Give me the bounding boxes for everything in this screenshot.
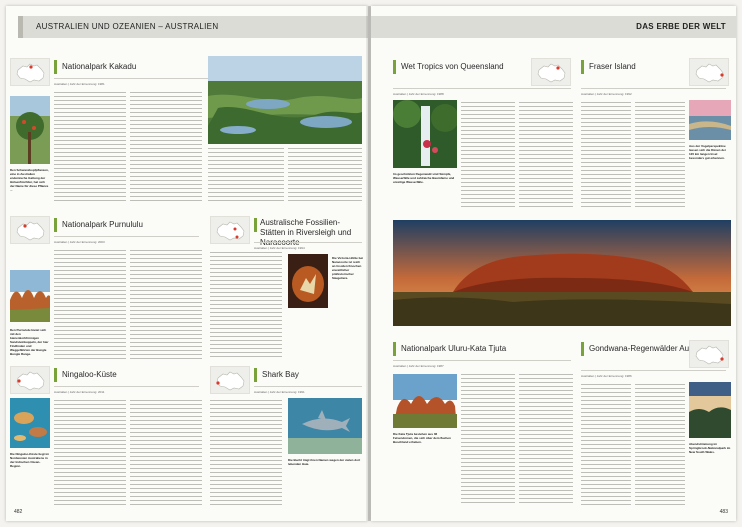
- section-accent: [393, 60, 396, 74]
- section-title-fossil-sites: Australische Fossilien-Stätten in Rivers…: [260, 218, 352, 247]
- body-text-kakadu-4: [288, 148, 362, 204]
- section-meta-ningaloo: Australien | Jahr der Ernennung: 2011: [54, 390, 105, 394]
- body-text-uluru-2: [519, 374, 573, 506]
- caption-gondwana: Abendstimmung im Springbrook-Nationalpar…: [689, 442, 731, 454]
- caption-kakadu: Den Schwanzkopfpflanzen, eine in Austral…: [10, 168, 49, 192]
- section-title-shark-bay: Shark Bay: [262, 370, 299, 379]
- body-text-ningaloo-2: [130, 400, 202, 506]
- section-rule: [393, 360, 571, 361]
- body-text-fraser-2: [635, 102, 685, 210]
- australia-map-icon: [10, 58, 50, 86]
- caption-uluru: Die Kata Tjuta bestehen aus 36 Felsendom…: [393, 432, 451, 444]
- book-spread: AUSTRALIEN UND OZEANIEN – AUSTRALIEN Nat…: [0, 0, 742, 527]
- section-accent: [581, 342, 584, 356]
- section-meta-shark-bay: Australien | Jahr der Ernennung: 1991: [254, 390, 305, 394]
- section-rule: [54, 236, 199, 237]
- section-title-kakadu: Nationalpark Kakadu: [62, 62, 137, 71]
- left-page: AUSTRALIEN UND OZEANIEN – AUSTRALIEN Nat…: [6, 6, 368, 521]
- australia-map-icon: [531, 58, 571, 86]
- body-text-fraser: [581, 102, 631, 210]
- body-text-fossil: [210, 252, 282, 360]
- section-meta-fraser-island: Australien | Jahr der Ernennung: 1992: [581, 92, 632, 96]
- section-accent: [54, 60, 57, 74]
- section-title-ningaloo: Ningaloo-Küste: [62, 370, 117, 379]
- section-accent: [54, 218, 57, 232]
- springbrook-forest-photo: [689, 382, 731, 438]
- kakadu-plant-photo: [10, 96, 50, 164]
- body-text-purnululu-2: [130, 250, 202, 360]
- section-rule: [254, 386, 362, 387]
- body-text-shark-bay: [210, 400, 282, 506]
- caption-shark-bay: Die Bucht trägt ihren Namen wegen der vi…: [288, 458, 361, 466]
- left-page-header: AUSTRALIEN UND OZEANIEN – AUSTRALIEN: [18, 16, 368, 38]
- caption-purnululu: Den Purnululu bietet sich mit den bienen…: [10, 328, 49, 356]
- uluru-panorama-photo: [393, 220, 731, 326]
- page-number-right: 483: [719, 509, 728, 515]
- body-text-kakadu: [54, 92, 126, 204]
- kata-tjuta-photo: [393, 374, 457, 428]
- section-rule: [581, 88, 726, 89]
- section-meta-gondwana: Australien | Jahr der Ernennung: 1986: [581, 374, 632, 378]
- australia-map-icon: [210, 216, 250, 244]
- section-title-uluru: Nationalpark Uluru-Kata Tjuta: [401, 344, 507, 353]
- section-meta-fossil-sites: Australien | Jahr der Ernennung: 1994: [254, 246, 305, 250]
- header-bar: [18, 16, 23, 38]
- section-meta-purnululu: Australien | Jahr der Ernennung: 2003: [54, 240, 105, 244]
- purnululu-rocks-photo: [10, 270, 50, 322]
- body-text-ningaloo: [54, 400, 126, 506]
- section-accent: [581, 60, 584, 74]
- section-meta-kakadu: Australien | Jahr der Ernennung: 1981: [54, 82, 105, 86]
- section-title-fraser-island: Fraser Island: [589, 62, 636, 71]
- shark-bay-underwater-photo: [288, 398, 362, 454]
- right-page-header: DAS ERBE DER WELT: [371, 16, 736, 38]
- body-text-wet-tropics: [461, 102, 515, 210]
- wet-tropics-waterfall-photo: [393, 100, 457, 168]
- caption-fossil-sites: Die Victoria-Höhle bei Naracoorte ist re…: [332, 256, 363, 280]
- body-text-gondwana: [581, 384, 631, 506]
- fossil-cave-photo: [288, 254, 328, 308]
- section-rule: [54, 386, 199, 387]
- body-text-purnululu: [54, 250, 126, 360]
- right-header-text: DAS ERBE DER WELT: [636, 22, 726, 31]
- section-rule: [581, 370, 726, 371]
- australia-map-icon: [10, 216, 50, 244]
- body-text-kakadu-2: [130, 92, 202, 204]
- page-number-left: 482: [14, 509, 23, 515]
- australia-map-icon: [689, 58, 729, 86]
- section-meta-wet-tropics: Australien | Jahr der Ernennung: 1988: [393, 92, 444, 96]
- left-header-text: AUSTRALIEN UND OZEANIEN – AUSTRALIEN: [36, 22, 219, 31]
- section-rule: [254, 242, 362, 243]
- body-text-wet-tropics-2: [519, 102, 573, 210]
- body-text-uluru: [461, 374, 515, 506]
- section-accent: [393, 342, 396, 356]
- section-rule: [393, 88, 571, 89]
- body-text-kakadu-3: [208, 148, 284, 204]
- section-title-wet-tropics: Wet Tropics von Queensland: [401, 62, 504, 71]
- right-page: DAS ERBE DER WELT Wet Tropics von Queens…: [371, 6, 736, 521]
- fraser-island-aerial-photo: [689, 100, 731, 140]
- australia-map-icon: [210, 366, 250, 394]
- body-text-gondwana-2: [635, 384, 685, 506]
- section-accent: [254, 368, 257, 382]
- australia-map-icon: [10, 366, 50, 394]
- caption-wet-tropics: Im geschützten Regenwald sind Sümpfe, Wa…: [393, 172, 455, 184]
- section-meta-uluru: Australien | Jahr der Ernennung: 1987: [393, 364, 444, 368]
- kakadu-wetlands-photo: [208, 56, 362, 144]
- section-title-purnululu: Nationalpark Purnululu: [62, 220, 143, 229]
- caption-ningaloo: Die Ningaloo-Küste liegt im Nordwesten A…: [10, 452, 50, 468]
- section-accent: [54, 368, 57, 382]
- australia-map-icon: [689, 340, 729, 368]
- caption-fraser-island: Aus der Vogelperspektive lassen sich die…: [689, 144, 727, 160]
- ningaloo-reef-photo: [10, 398, 50, 448]
